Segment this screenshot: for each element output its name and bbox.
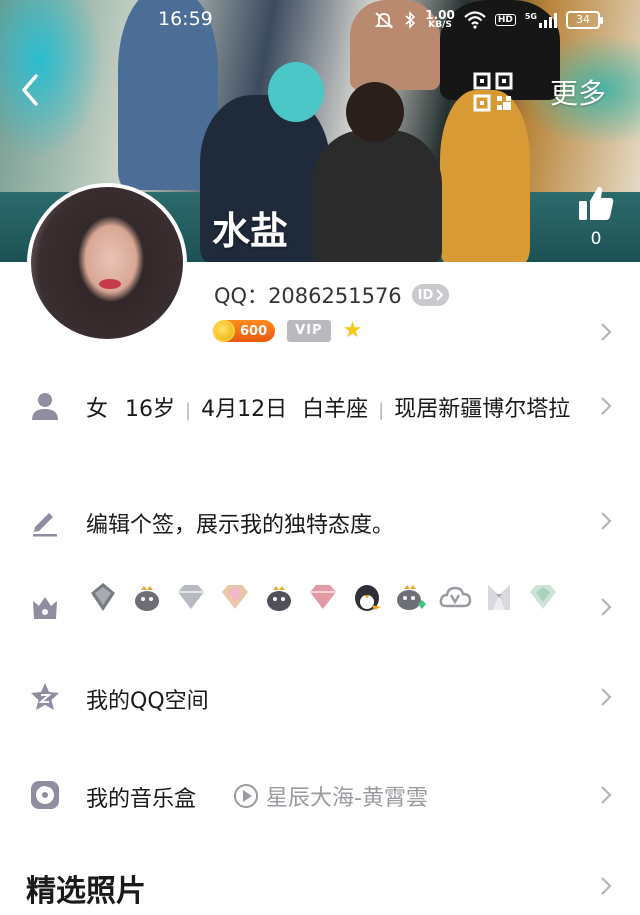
battery-indicator: 34 <box>566 10 603 29</box>
medal-penguin-crown-icon <box>267 586 291 611</box>
user-icon <box>32 393 58 420</box>
basic-info[interactable]: 女 16岁 | 4月12日 白羊座 | 现居新疆博尔塔拉 <box>86 392 596 429</box>
back-arrow-icon[interactable] <box>16 70 46 110</box>
info-gender: 女 <box>86 397 109 422</box>
signal-bar <box>544 19 547 28</box>
music-song-title: 星辰大海-黄霄雲 <box>266 786 428 811</box>
medal-tuxedo-icon <box>488 585 510 610</box>
chevron-right-icon[interactable] <box>600 597 612 617</box>
nickname: 水盐 <box>212 209 289 253</box>
id-badge[interactable]: ID <box>411 284 450 306</box>
signal-bar <box>539 22 542 28</box>
signal-bar <box>554 12 557 28</box>
qzone-star-icon <box>31 683 59 710</box>
status-bar: 16:59 1.00 KB/S HD 5G 34 <box>0 0 640 38</box>
music-now-playing[interactable]: 星辰大海-黄霄雲 <box>234 780 428 812</box>
thumbs-up-icon[interactable] <box>576 184 616 224</box>
signal-bar <box>549 16 552 28</box>
signal-icon: 5G <box>525 12 557 28</box>
vip-badge: VIP <box>287 320 331 342</box>
music-box-link[interactable]: 我的音乐盒 <box>86 781 196 813</box>
coin-value: 600 <box>240 323 268 339</box>
medal-diamond-gray-icon <box>91 583 115 611</box>
network-speed: 1.00 KB/S <box>425 9 455 30</box>
avatar-detail <box>99 279 121 289</box>
coin-badge: 600 <box>213 320 276 342</box>
level-badges[interactable]: 600 VIP ★ <box>213 320 362 342</box>
medal-diamond-green-icon <box>530 585 556 609</box>
cover-person <box>312 130 442 262</box>
info-birthday: 4月12日 <box>201 397 288 422</box>
chevron-right-icon[interactable] <box>600 785 612 805</box>
medal-cloud-v-icon <box>439 586 472 608</box>
more-button[interactable]: 更多 <box>550 72 606 112</box>
like-count: 0 <box>590 229 602 249</box>
info-zodiac: 白羊座 <box>302 397 369 422</box>
medal-diamond-silver-icon <box>178 585 204 609</box>
chevron-right-icon <box>436 289 444 301</box>
qr-code-icon[interactable] <box>473 72 513 112</box>
medal-penguin-gem-icon <box>397 585 426 610</box>
divider: | <box>185 400 192 421</box>
qq-label: QQ：2086251576 <box>214 280 402 310</box>
cover-person-head <box>268 62 324 122</box>
signature-text[interactable]: 编辑个签，展示我的独特态度。 <box>86 507 394 539</box>
qzone-link[interactable]: 我的QQ空间 <box>86 683 209 715</box>
network-type: 5G <box>524 11 537 21</box>
info-location: 现居新疆博尔塔拉 <box>394 397 571 422</box>
id-badge-label: ID <box>417 287 434 303</box>
wifi-icon <box>464 10 486 29</box>
cover-person-head <box>346 82 404 142</box>
medal-penguin-crown-icon <box>135 586 159 611</box>
play-icon[interactable] <box>234 784 258 808</box>
avatar[interactable] <box>27 183 187 343</box>
medal-wall[interactable] <box>86 580 560 614</box>
medal-diamond-pink-icon <box>222 585 248 609</box>
divider: | <box>378 400 385 421</box>
chevron-right-icon[interactable] <box>600 876 612 896</box>
medal-diamond-red-icon <box>310 585 336 609</box>
medal-penguin-icon <box>355 585 381 611</box>
featured-photos-title: 精选照片 <box>26 874 146 909</box>
chevron-right-icon[interactable] <box>600 396 612 416</box>
cover-person <box>440 90 530 262</box>
status-time: 16:59 <box>158 8 213 30</box>
crown-icon <box>33 597 57 619</box>
mute-bell-icon <box>375 11 394 29</box>
star-icon: ★ <box>342 318 363 343</box>
qq-number-line[interactable]: QQ：2086251576 ID <box>214 280 450 310</box>
network-speed-unit: KB/S <box>428 20 452 30</box>
coin-icon <box>213 320 235 342</box>
hd-badge: HD <box>494 13 516 26</box>
chevron-right-icon[interactable] <box>600 687 612 707</box>
chevron-right-icon[interactable] <box>600 511 612 531</box>
music-disc-icon <box>31 781 59 809</box>
info-age: 16岁 <box>125 397 176 422</box>
pencil-icon <box>33 513 57 537</box>
qq-prefix: QQ： <box>214 284 269 308</box>
qq-number: 2086251576 <box>268 284 402 308</box>
bluetooth-icon <box>405 10 416 29</box>
chevron-right-icon[interactable] <box>600 322 612 342</box>
status-icons: 1.00 KB/S HD 5G 34 <box>373 9 603 30</box>
